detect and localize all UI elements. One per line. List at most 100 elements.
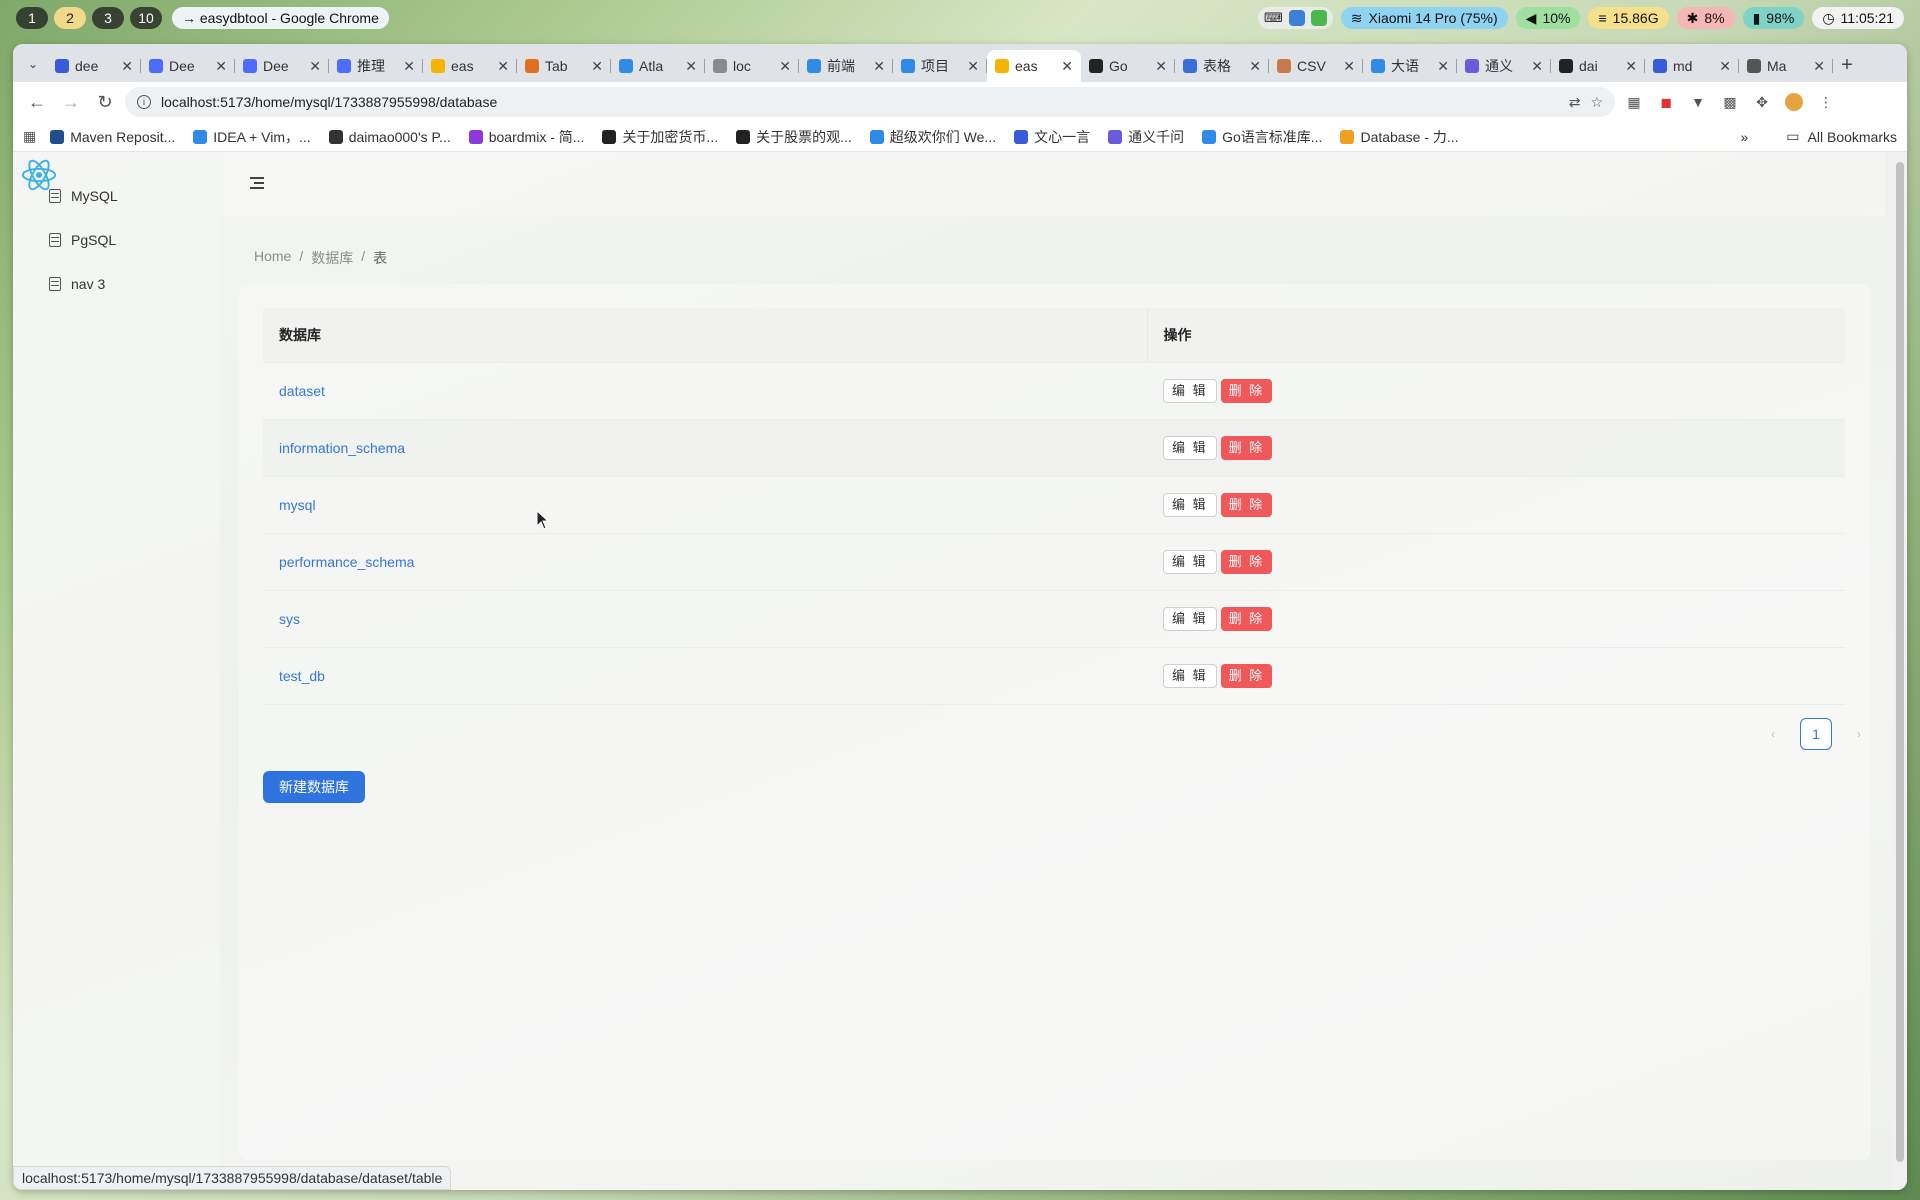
edit-button[interactable]: 编 辑 (1163, 435, 1217, 460)
bookmark-star-icon[interactable]: ☆ (1590, 94, 1603, 111)
new-database-button[interactable]: 新建数据库 (263, 771, 365, 803)
sidebar-item-nav3[interactable]: nav 3 (13, 264, 220, 304)
edit-button[interactable]: 编 辑 (1163, 606, 1217, 631)
close-icon[interactable]: ✕ (779, 58, 791, 75)
vue-devtools-icon[interactable]: ▼ (1685, 89, 1711, 115)
forward-icon[interactable]: → (57, 88, 85, 116)
close-icon[interactable]: ✕ (403, 58, 415, 75)
new-tab-button[interactable]: + (1833, 51, 1861, 79)
pagination-prev-icon[interactable]: ‹ (1758, 719, 1788, 749)
browser-tab[interactable]: eas ✕ (987, 50, 1081, 82)
browser-tab[interactable]: Atla ✕ (611, 50, 705, 82)
page-scrollbar[interactable] (1893, 152, 1907, 1190)
browser-tab[interactable]: CSV ✕ (1269, 50, 1363, 82)
browser-tab[interactable]: Dee ✕ (141, 50, 235, 82)
apps-grid-icon[interactable]: ▦ (23, 128, 36, 145)
close-icon[interactable]: ✕ (591, 58, 603, 75)
bookmark-item[interactable]: 文心一言 (1014, 127, 1090, 147)
sidebar-item-mysql[interactable]: MySQL (13, 176, 220, 216)
edit-button[interactable]: 编 辑 (1163, 663, 1217, 688)
close-icon[interactable]: ✕ (1061, 58, 1073, 75)
volume-status[interactable]: ◀ 10% (1515, 7, 1581, 29)
browser-tab[interactable]: 推理 ✕ (329, 50, 423, 82)
bookmark-item[interactable]: 超级欢你们 We... (869, 127, 996, 147)
database-link[interactable]: mysql (279, 497, 316, 513)
browser-tab[interactable]: Tab ✕ (517, 50, 611, 82)
database-link[interactable]: test_db (279, 668, 325, 684)
wifi-status[interactable]: ≋ Xiaomi 14 Pro (75%) (1340, 7, 1508, 29)
browser-tab[interactable]: 表格 ✕ (1175, 50, 1269, 82)
browser-tab[interactable]: 前端 ✕ (799, 50, 893, 82)
browser-tab[interactable]: Go ✕ (1081, 50, 1175, 82)
extensions-icon[interactable]: ✥ (1749, 89, 1775, 115)
sidebar-item-pgsql[interactable]: PgSQL (13, 220, 220, 260)
close-icon[interactable]: ✕ (1531, 58, 1543, 75)
browser-tab[interactable]: 通义 ✕ (1457, 50, 1551, 82)
browser-tab[interactable]: 大语 ✕ (1363, 50, 1457, 82)
address-url[interactable]: localhost:5173/home/mysql/1733887955998/… (161, 94, 1559, 110)
tab-search-icon[interactable]: ⌄ (19, 50, 47, 78)
site-info-icon[interactable]: i (137, 95, 151, 109)
telegram-icon[interactable] (1288, 10, 1305, 26)
database-link[interactable]: performance_schema (279, 554, 414, 570)
bookmark-item[interactable]: boardmix - 简... (468, 127, 584, 147)
workspace-1[interactable]: 1 (16, 7, 48, 29)
reload-icon[interactable]: ↻ (91, 88, 119, 116)
breadcrumb-database[interactable]: 数据库 (311, 248, 353, 268)
extension-store-icon[interactable]: ▦ (1621, 89, 1647, 115)
bookmark-item[interactable]: IDEA + Vim，... (193, 127, 311, 147)
translate-icon[interactable]: ⇄ (1569, 94, 1581, 111)
close-icon[interactable]: ✕ (121, 58, 133, 75)
qr-code-icon[interactable]: ▩ (1717, 89, 1743, 115)
menu-fold-icon[interactable] (250, 177, 264, 189)
edit-button[interactable]: 编 辑 (1163, 549, 1217, 574)
wechat-icon[interactable] (1310, 10, 1327, 26)
browser-tab[interactable]: 项目 ✕ (893, 50, 987, 82)
browser-tab[interactable]: md ✕ (1645, 50, 1739, 82)
delete-button[interactable]: 删 除 (1220, 663, 1273, 688)
bookmark-item[interactable]: Go语言标准库... (1202, 127, 1322, 147)
delete-button[interactable]: 删 除 (1220, 435, 1273, 460)
database-link[interactable]: information_schema (279, 440, 405, 456)
browser-tab[interactable]: dee ✕ (47, 50, 141, 82)
close-icon[interactable]: ✕ (309, 58, 321, 75)
delete-button[interactable]: 删 除 (1220, 606, 1273, 631)
delete-button[interactable]: 删 除 (1220, 492, 1273, 517)
pagination-next-icon[interactable]: › (1844, 719, 1874, 749)
chevron-more-icon[interactable]: » (1741, 129, 1749, 145)
keyboard-icon[interactable]: ⌨ (1264, 10, 1283, 26)
workspace-10[interactable]: 10 (130, 7, 162, 29)
close-icon[interactable]: ✕ (1625, 58, 1637, 75)
browser-tab[interactable]: Ma ✕ (1739, 50, 1833, 82)
bookmark-item[interactable]: daimao000's P... (328, 127, 451, 147)
delete-button[interactable]: 删 除 (1220, 378, 1273, 403)
close-icon[interactable]: ✕ (685, 58, 697, 75)
close-icon[interactable]: ✕ (1813, 58, 1825, 75)
bookmark-item[interactable]: 关于股票的观... (736, 127, 852, 147)
browser-tab[interactable]: Dee ✕ (235, 50, 329, 82)
profile-avatar[interactable] (1781, 89, 1807, 115)
bookmark-item[interactable]: Database - 力... (1340, 127, 1459, 147)
browser-tab[interactable]: eas ✕ (423, 50, 517, 82)
close-icon[interactable]: ✕ (497, 58, 509, 75)
close-icon[interactable]: ✕ (1437, 58, 1449, 75)
close-icon[interactable]: ✕ (1719, 58, 1731, 75)
scrollbar-thumb[interactable] (1896, 162, 1904, 1162)
pagination-page-1[interactable]: 1 (1800, 718, 1832, 750)
close-icon[interactable]: ✕ (967, 58, 979, 75)
extension-red-icon[interactable]: ◼ (1653, 89, 1679, 115)
database-link[interactable]: dataset (279, 383, 325, 399)
breadcrumb-home[interactable]: Home (254, 248, 291, 268)
edit-button[interactable]: 编 辑 (1163, 378, 1217, 403)
close-icon[interactable]: ✕ (215, 58, 227, 75)
address-bar[interactable]: i localhost:5173/home/mysql/173388795599… (125, 87, 1615, 117)
bookmark-item[interactable]: 关于加密货币... (602, 127, 718, 147)
browser-tab[interactable]: dai ✕ (1551, 50, 1645, 82)
database-link[interactable]: sys (279, 611, 300, 627)
edit-button[interactable]: 编 辑 (1163, 492, 1217, 517)
close-icon[interactable]: ✕ (873, 58, 885, 75)
bookmark-item[interactable]: Maven Reposit... (50, 127, 175, 147)
workspace-3[interactable]: 3 (92, 7, 124, 29)
close-icon[interactable]: ✕ (1155, 58, 1167, 75)
delete-button[interactable]: 删 除 (1220, 549, 1273, 574)
